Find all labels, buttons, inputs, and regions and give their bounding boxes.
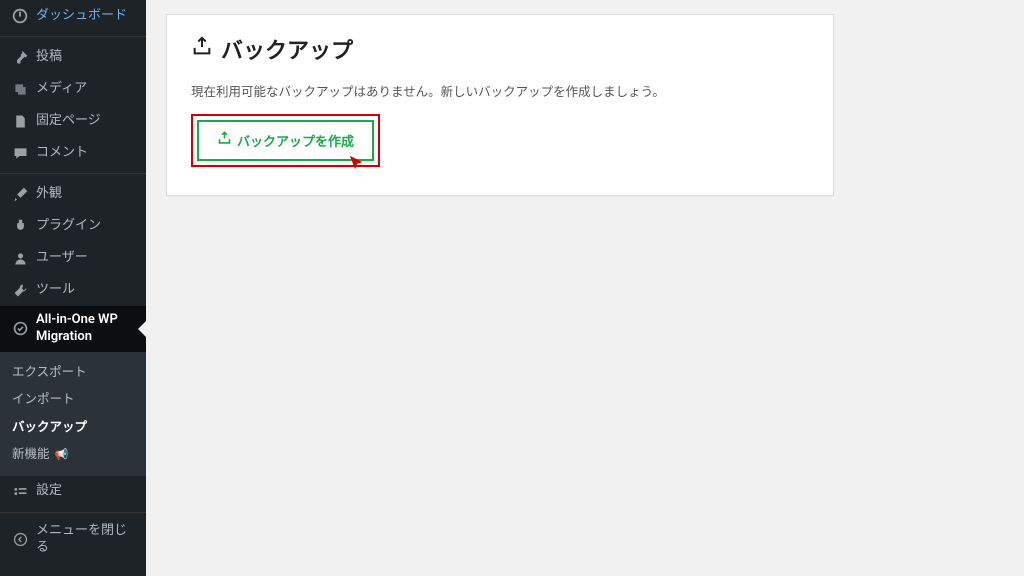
sidebar-item-appearance[interactable]: 外観 (0, 178, 146, 210)
sidebar-item-label: ダッシュボード (36, 8, 138, 25)
sidebar-item-label: メディア (36, 81, 138, 98)
admin-sidebar: ダッシュボード 投稿 メディア 固定ページ コメント 外観 (0, 0, 146, 576)
user-icon (10, 248, 30, 268)
page-icon (10, 111, 30, 131)
sidebar-collapse[interactable]: メニューを閉じる (0, 517, 146, 563)
export-icon (191, 36, 213, 63)
submenu-item-label: エクスポート (12, 365, 87, 380)
sidebar-item-label: 投稿 (36, 49, 138, 66)
sidebar-item-migration[interactable]: All-in-One WP Migration (0, 306, 146, 352)
megaphone-icon: 📢 (55, 448, 69, 461)
sidebar-item-users[interactable]: ユーザー (0, 242, 146, 274)
sidebar-item-label: All-in-One WP Migration (36, 312, 138, 346)
submenu-item-import[interactable]: インポート (0, 386, 146, 414)
collapse-icon (10, 530, 30, 550)
sidebar-item-label: ツール (36, 282, 138, 299)
dashboard-icon (10, 6, 30, 26)
sidebar-separator (0, 512, 146, 513)
sidebar-item-media[interactable]: メディア (0, 73, 146, 105)
migration-icon (10, 319, 30, 339)
brush-icon (10, 184, 30, 204)
sidebar-item-posts[interactable]: 投稿 (0, 41, 146, 73)
page-title: バックアップ (191, 33, 809, 65)
submenu-item-backup[interactable]: バックアップ (0, 414, 146, 442)
submenu-item-label: バックアップ (12, 420, 87, 435)
submenu-item-whatsnew[interactable]: 新機能 📢 (0, 441, 146, 469)
sidebar-item-label: 外観 (36, 186, 138, 203)
sidebar-item-tools[interactable]: ツール (0, 274, 146, 306)
annotation-highlight: バックアップを作成 (191, 114, 380, 167)
comment-icon (10, 143, 30, 163)
sidebar-item-label: 設定 (36, 483, 138, 500)
submenu-item-label: 新機能 (12, 447, 53, 462)
sidebar-item-label: プラグイン (36, 218, 138, 235)
sidebar-item-plugins[interactable]: プラグイン (0, 210, 146, 242)
pin-icon (10, 47, 30, 67)
sidebar-submenu: エクスポート インポート バックアップ 新機能 📢 (0, 352, 146, 476)
create-backup-button[interactable]: バックアップを作成 (197, 120, 374, 161)
submenu-item-label: インポート (12, 392, 75, 407)
create-backup-button-label: バックアップを作成 (237, 131, 354, 150)
sidebar-item-settings[interactable]: 設定 (0, 476, 146, 508)
page-title-text: バックアップ (221, 33, 353, 65)
main-content: バックアップ 現在利用可能なバックアップはありません。新しいバックアップを作成し… (146, 0, 1024, 576)
backup-panel: バックアップ 現在利用可能なバックアップはありません。新しいバックアップを作成し… (166, 14, 834, 196)
media-icon (10, 79, 30, 99)
sidebar-separator (0, 173, 146, 174)
plugin-icon (10, 216, 30, 236)
sidebar-separator (0, 36, 146, 37)
sidebar-item-label: ユーザー (36, 250, 138, 267)
sidebar-item-comments[interactable]: コメント (0, 137, 146, 169)
sidebar-item-dashboard[interactable]: ダッシュボード (0, 0, 146, 32)
sidebar-item-label: 固定ページ (36, 113, 138, 130)
sidebar-item-pages[interactable]: 固定ページ (0, 105, 146, 137)
sidebar-item-label: コメント (36, 145, 138, 162)
submenu-item-export[interactable]: エクスポート (0, 359, 146, 387)
sidebar-item-label: メニューを閉じる (36, 523, 138, 557)
settings-icon (10, 482, 30, 502)
tool-icon (10, 280, 30, 300)
empty-state-text: 現在利用可能なバックアップはありません。新しいバックアップを作成しましょう。 (191, 81, 809, 100)
export-icon (217, 131, 232, 150)
